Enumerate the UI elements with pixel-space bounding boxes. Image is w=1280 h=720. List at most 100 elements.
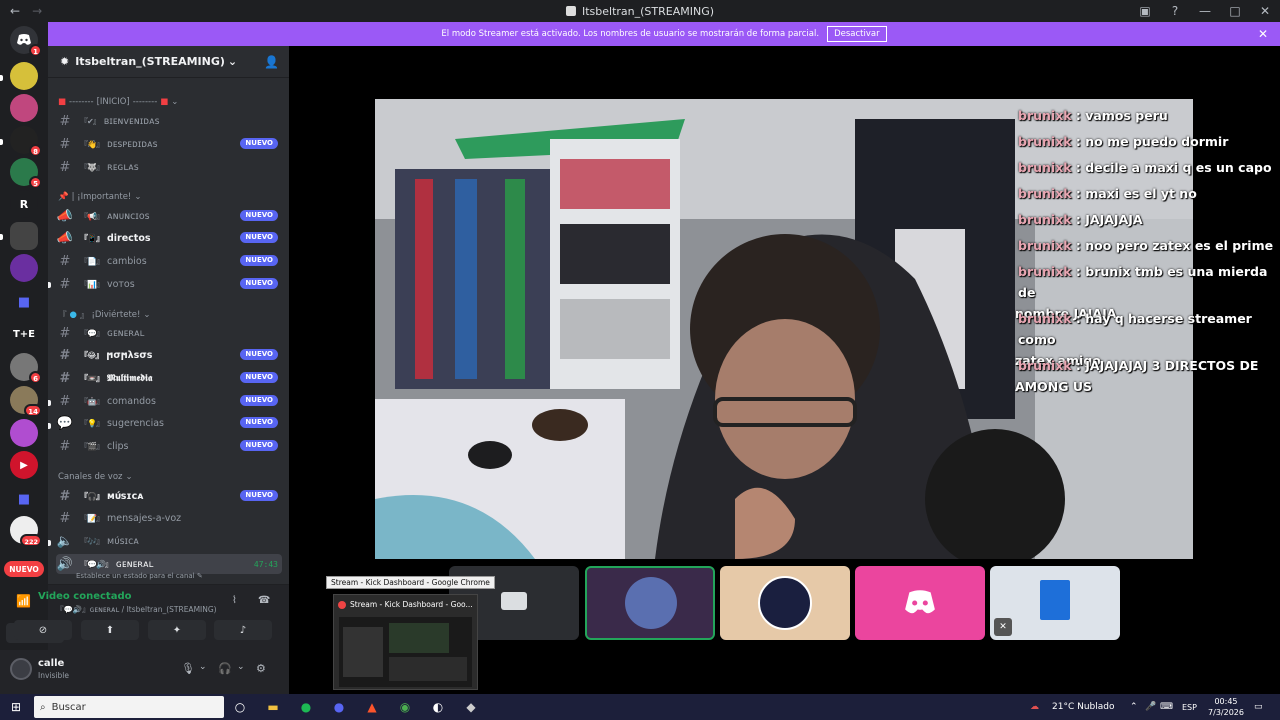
chevron-down-icon[interactable]: ⌄	[237, 662, 245, 672]
preview-image	[339, 617, 472, 687]
maximize-icon[interactable]: □	[1220, 4, 1250, 18]
chat-message: brunixk : maxi es el yt no	[1018, 186, 1197, 201]
folder-icon[interactable]: ■	[10, 485, 38, 513]
chat-message: brunixk : decile a maxi q es un capo	[1018, 160, 1272, 175]
spotify-icon[interactable]: ●	[296, 697, 316, 717]
server-icon[interactable]	[10, 419, 38, 447]
back-arrow-icon[interactable]: ←	[10, 4, 20, 18]
screen-share-button[interactable]: ⬆	[81, 620, 139, 640]
deactivate-button[interactable]: Desactivar	[827, 26, 887, 42]
channel-item[interactable]: # 『🎬』 clips NUEVO	[56, 436, 282, 456]
close-window-icon[interactable]: ✕	[1250, 4, 1280, 18]
disconnect-icon[interactable]: ☎	[258, 595, 270, 606]
participant-tile[interactable]	[855, 566, 985, 640]
language-indicator[interactable]: ESP	[1182, 694, 1197, 720]
category-inicio[interactable]: ■ -------- [INICIO] -------- ■ ⌄	[58, 97, 178, 107]
inbox-icon[interactable]: ▣	[1130, 4, 1160, 18]
channel-item[interactable]: # 『📄』 cambios NUEVO	[56, 251, 282, 271]
mic-tray-icon[interactable]: 🎤	[1145, 694, 1156, 720]
server-icon[interactable]: 6	[10, 353, 42, 384]
clock[interactable]: 00:45 7/3/2026	[1204, 696, 1248, 718]
category-voz[interactable]: Canales de voz ⌄	[58, 472, 133, 482]
banner-text: El modo Streamer está activado. Los nomb…	[441, 29, 820, 39]
weather-icon[interactable]: ☁	[1030, 694, 1039, 720]
chat-message: brunixk : noo pero zatex es el prime	[1018, 238, 1274, 253]
server-icon[interactable]	[10, 254, 38, 282]
avatar[interactable]	[10, 658, 32, 680]
channel-item[interactable]: # 『🎧』 ᴍᴜ́ꜱɪᴄᴀ NUEVO	[56, 486, 282, 506]
chat-message: brunixk : no me puedo dormir	[1018, 134, 1229, 149]
speaker-icon: 🔊	[56, 556, 74, 572]
keyboard-icon[interactable]: ⌨	[1160, 694, 1173, 720]
close-icon[interactable]: ✕	[1258, 27, 1268, 41]
noise-suppression-icon[interactable]: ⌇	[232, 595, 237, 606]
windows-start-icon[interactable]: ⊞	[6, 697, 26, 717]
channel-item[interactable]: # 『🐺』 ʀᴇɢʟᴀꜱ	[56, 157, 282, 177]
invite-icon[interactable]: 👤	[264, 55, 279, 69]
folder-icon[interactable]: ■	[10, 288, 38, 316]
forward-arrow-icon[interactable]: →	[32, 4, 42, 18]
voice-channel-item[interactable]: 🔈 『🎶』 ᴍᴜ́ꜱɪᴄᴀ	[56, 531, 282, 551]
category-importante[interactable]: 📌 | ¡Importante! ⌄	[58, 192, 141, 202]
channel-item[interactable]: # 『💬』 ɢᴇɴᴇʀᴀʟ	[56, 323, 282, 343]
chevron-down-icon[interactable]: ⌄	[199, 662, 207, 672]
channel-item[interactable]: # 『📝』 mensajes-a-voz	[56, 508, 282, 528]
minimize-icon[interactable]: —	[1190, 4, 1220, 18]
soundboard-button[interactable]: ♪	[214, 620, 272, 640]
badge: 1	[29, 44, 42, 57]
direct-messages-button[interactable]: 1	[10, 26, 42, 57]
participant-tile[interactable]	[720, 566, 850, 640]
youtube-icon[interactable]: ▶	[10, 451, 38, 479]
help-icon[interactable]: ?	[1160, 4, 1190, 18]
server-icon[interactable]	[10, 62, 38, 90]
participant-tile[interactable]	[585, 566, 715, 640]
category-diviertete[interactable]: 『●』 ¡Diviértete! ⌄	[58, 309, 151, 321]
server-letter-icon[interactable]: T+E	[10, 320, 38, 348]
server-letter-icon[interactable]: R	[10, 190, 38, 218]
headphones-icon[interactable]: 🎧	[218, 662, 232, 675]
taskbar-search[interactable]: ⌕ Buscar	[34, 696, 224, 718]
channel-item[interactable]: # 『🤖』 comandos NUEVO	[56, 391, 282, 411]
participant-tile[interactable]: ✕	[990, 566, 1120, 640]
cortana-icon[interactable]: ○	[230, 697, 250, 717]
brave-icon[interactable]: ▲	[362, 697, 382, 717]
server-icon[interactable]: 14	[10, 386, 42, 417]
channel-item[interactable]: # 『👋』 ᴅᴇꜱᴘᴇᴅɪᴅᴀꜱ NUEVO	[56, 134, 282, 154]
channel-item[interactable]: # 『✔』 ʙɪᴇɴᴠᴇɴɪᴅᴀꜱ	[56, 111, 282, 131]
server-icon[interactable]: 8	[10, 126, 42, 157]
channel-item[interactable]: 💬 『💡』 sugerencias NUEVO	[56, 413, 282, 433]
avatar	[758, 576, 812, 630]
taskbar-window-preview[interactable]: Stream - Kick Dashboard - Goo...	[333, 594, 478, 690]
channel-item[interactable]: # 『😂』 ϻσϻλѕσѕ NUEVO	[56, 345, 282, 365]
user-panel: calle Invisible 🎙 ⌄ 🎧 ⌄ ⚙	[0, 650, 289, 694]
server-icon[interactable]: 222	[10, 516, 42, 547]
activities-button[interactable]: ✦	[148, 620, 206, 640]
server-icon[interactable]: 5	[10, 158, 42, 189]
document-speaker-icon	[1040, 580, 1070, 620]
video-camera-icon	[501, 592, 527, 610]
voice-channel-active[interactable]: 🔊 『💬🔊』 ɢᴇɴᴇʀᴀʟ 47:43	[56, 554, 282, 574]
discord-taskbar-icon[interactable]: ●	[329, 697, 349, 717]
channel-item[interactable]: 📣 『📱』 directos NUEVO	[56, 228, 282, 248]
server-header[interactable]: ✹ Itsbeltran_(STREAMING) ⌄ 👤	[48, 46, 289, 78]
settings-gear-icon[interactable]: ⚙	[256, 662, 266, 675]
new-badge: NUEVO	[240, 417, 278, 428]
new-badge: NUEVO	[240, 232, 278, 243]
chrome-taskbar-icon[interactable]: ◉	[395, 697, 415, 717]
server-icon[interactable]	[10, 222, 38, 250]
microphone-icon[interactable]: 🎙	[181, 662, 195, 675]
obs-icon[interactable]: ◐	[428, 697, 448, 717]
file-explorer-icon[interactable]: ▬	[263, 697, 283, 717]
weather-text[interactable]: 21°C Nublado	[1052, 694, 1114, 720]
app-icon[interactable]: ◆	[461, 697, 481, 717]
channel-item[interactable]: # 『📊』 ᴠᴏᴛᴏꜱ NUEVO	[56, 274, 282, 294]
camera-off-button[interactable]: ⊘	[14, 620, 72, 640]
notifications-icon[interactable]: ▭	[1254, 694, 1263, 720]
server-name: Itsbeltran_(STREAMING)	[75, 55, 225, 68]
window-title: Itsbeltran_(STREAMING)	[565, 5, 714, 18]
server-icon[interactable]	[10, 94, 38, 122]
channel-item[interactable]: # 『📼』 𝕸𝖚𝖑𝖙𝖎𝖒𝖊𝖉𝖎𝖆 NUEVO	[56, 368, 282, 388]
channel-status-hint[interactable]: Establece un estado para el canal ✎	[76, 572, 203, 580]
tray-chevron-icon[interactable]: ⌃	[1130, 694, 1138, 720]
channel-item[interactable]: 📣 『📢』 ᴀɴᴜɴᴄɪᴏꜱ NUEVO	[56, 206, 282, 226]
